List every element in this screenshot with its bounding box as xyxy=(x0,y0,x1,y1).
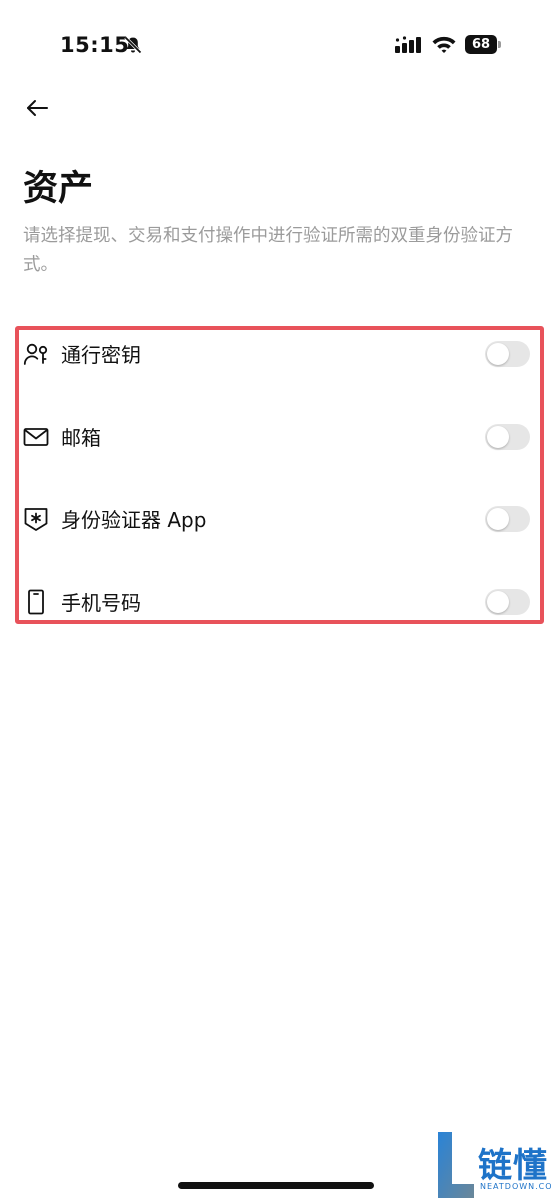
option-label: 身份验证器 App xyxy=(61,508,207,532)
battery-level: 68 xyxy=(465,35,497,54)
option-label: 手机号码 xyxy=(61,591,141,615)
mail-icon xyxy=(23,428,49,446)
watermark-text: 链懂 xyxy=(478,1146,548,1186)
toggle-knob xyxy=(487,343,509,365)
option-email[interactable]: 邮箱 xyxy=(0,408,551,468)
battery-icon: 68 xyxy=(465,35,501,54)
option-passkey[interactable]: 通行密钥 xyxy=(0,325,551,385)
status-time: 15:15 xyxy=(60,33,130,57)
passkey-icon xyxy=(23,343,48,365)
status-bar: 15:15 68 xyxy=(0,0,551,90)
toggle-knob xyxy=(487,591,509,613)
option-label: 通行密钥 xyxy=(61,343,141,367)
phone-toggle[interactable] xyxy=(485,589,530,615)
toggle-knob xyxy=(487,426,509,448)
watermark-l-icon xyxy=(438,1132,474,1198)
option-authenticator[interactable]: 身份验证器 App xyxy=(0,490,551,550)
wifi-icon xyxy=(432,36,456,53)
arrow-left-icon xyxy=(27,100,48,116)
battery-cap xyxy=(498,41,501,48)
option-label: 邮箱 xyxy=(61,426,101,450)
bell-slash-icon xyxy=(124,36,142,54)
phone-icon xyxy=(28,589,44,615)
page-description: 请选择提现、交易和支付操作中进行验证所需的双重身份验证方式。 xyxy=(23,226,513,275)
toggle-knob xyxy=(487,508,509,530)
passkey-toggle[interactable] xyxy=(485,341,530,367)
authenticator-shield-icon xyxy=(24,508,48,531)
watermark-subtext: NEATDOWN.COM xyxy=(480,1182,551,1191)
back-button[interactable] xyxy=(20,92,54,124)
signal-icon xyxy=(395,36,421,53)
email-toggle[interactable] xyxy=(485,424,530,450)
authenticator-toggle[interactable] xyxy=(485,506,530,532)
home-indicator[interactable] xyxy=(178,1182,374,1189)
option-phone[interactable]: 手机号码 xyxy=(0,573,551,633)
page-title: 资产 xyxy=(23,169,94,209)
watermark-logo: 链懂 NEATDOWN.COM xyxy=(436,1130,551,1200)
